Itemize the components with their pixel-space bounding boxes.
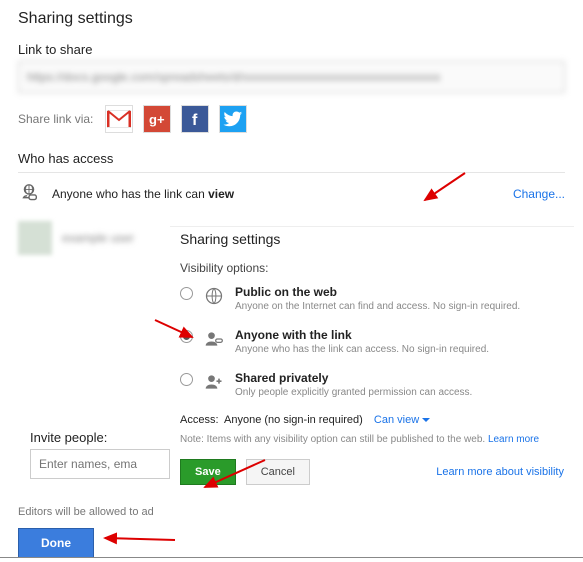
note-text: Note: Items with any visibility option c… <box>180 434 488 445</box>
invite-label: Invite people: <box>30 430 170 445</box>
share-via-label: Share link via: <box>18 112 93 126</box>
share-link-input[interactable] <box>18 61 565 93</box>
can-view-dropdown[interactable]: Can view <box>374 414 430 426</box>
link-globe-icon <box>18 183 40 205</box>
link-to-share-label: Link to share <box>18 42 565 57</box>
svg-text:f: f <box>192 112 198 129</box>
page-title: Sharing settings <box>18 10 565 28</box>
option-anyone-link[interactable]: Anyone with the link Anyone who has the … <box>180 328 564 355</box>
access-label: Access: <box>180 414 219 426</box>
access-value: Anyone (no sign-in required) <box>224 414 363 426</box>
avatar <box>18 221 52 255</box>
editors-note: Editors will be allowed to ad <box>18 506 154 518</box>
radio-public[interactable] <box>180 287 193 300</box>
option-anyone-desc: Anyone who has the link can access. No s… <box>235 344 489 355</box>
person-plus-icon <box>203 371 225 393</box>
access-text-prefix: Anyone who has the link can <box>52 187 208 201</box>
visibility-options-label: Visibility options: <box>180 261 564 275</box>
google-plus-icon[interactable]: g+ <box>143 105 171 133</box>
svg-text:g+: g+ <box>149 112 165 127</box>
access-summary-row: Anyone who has the link can view Change.… <box>18 183 565 205</box>
facebook-icon[interactable]: f <box>181 105 209 133</box>
done-button[interactable]: Done <box>18 528 94 558</box>
option-private-desc: Only people explicitly granted permissio… <box>235 387 472 398</box>
divider <box>18 172 565 173</box>
save-button[interactable]: Save <box>180 459 236 485</box>
who-has-access-label: Who has access <box>18 151 565 166</box>
globe-icon <box>203 285 225 307</box>
option-public-desc: Anyone on the Internet can find and acce… <box>235 301 520 312</box>
cancel-button[interactable]: Cancel <box>246 459 310 485</box>
dialog-title: Sharing settings <box>180 231 564 247</box>
chevron-down-icon <box>422 418 430 422</box>
note-learn-more-link[interactable]: Learn more <box>488 434 539 445</box>
divider-bottom <box>0 557 583 558</box>
option-private-title: Shared privately <box>235 371 472 385</box>
twitter-icon[interactable] <box>219 105 247 133</box>
gmail-icon[interactable] <box>105 105 133 133</box>
option-anyone-title: Anyone with the link <box>235 328 489 342</box>
access-text-bold: view <box>208 187 234 201</box>
option-public[interactable]: Public on the web Anyone on the Internet… <box>180 285 564 312</box>
invite-input[interactable] <box>30 449 170 479</box>
visibility-dialog: Sharing settings Visibility options: Pub… <box>170 226 574 495</box>
learn-more-visibility-link[interactable]: Learn more about visibility <box>436 466 564 478</box>
user-name: example user <box>62 231 134 245</box>
option-private[interactable]: Shared privately Only people explicitly … <box>180 371 564 398</box>
radio-private[interactable] <box>180 373 193 386</box>
radio-anyone-link[interactable] <box>180 330 193 343</box>
person-link-icon <box>203 328 225 350</box>
annotation-arrow <box>100 528 180 548</box>
change-link[interactable]: Change... <box>513 187 565 201</box>
option-public-title: Public on the web <box>235 285 520 299</box>
